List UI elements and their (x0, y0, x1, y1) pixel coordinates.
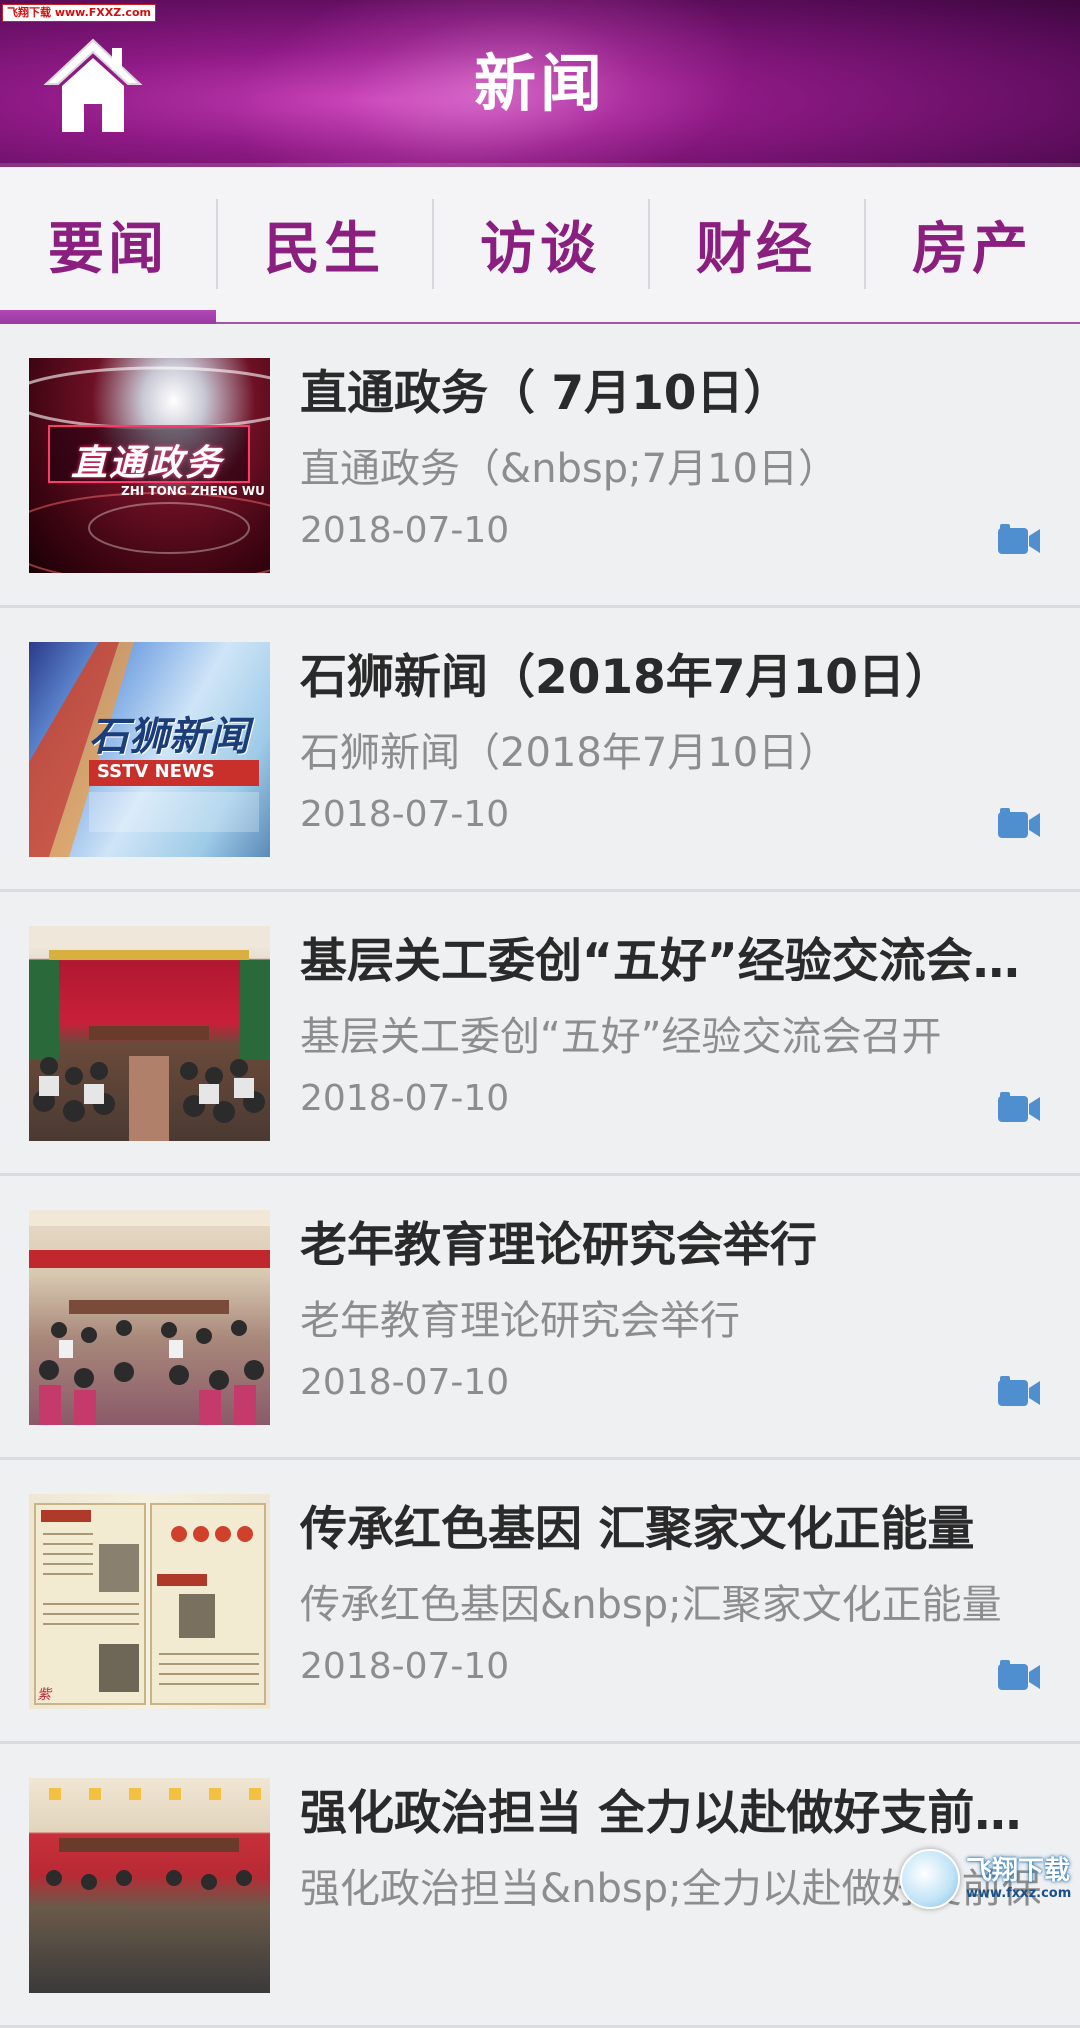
category-tabs: 要闻 民生 访谈 财经 房产 (0, 167, 1080, 324)
news-thumbnail: 石狮新闻 SSTV NEWS (29, 642, 270, 857)
news-item[interactable]: 石狮新闻 SSTV NEWS 石狮新闻（2018年7月10日） 石狮新闻（201… (0, 608, 1080, 892)
news-date: 2018-07-10 (300, 1646, 510, 1687)
watermark-url: www.fxxz.com (966, 1886, 1072, 1901)
news-date: 2018-07-10 (300, 794, 510, 835)
video-camera-icon (998, 1092, 1040, 1122)
news-date: 2018-07-10 (300, 510, 510, 551)
news-thumbnail (29, 926, 270, 1141)
tab-yaowen[interactable]: 要闻 (0, 167, 216, 324)
watermark-logo-icon (900, 1849, 960, 1909)
thumbnail-caption: 直通政务 (71, 443, 224, 484)
news-title: 直通政务（ 7月10日） (300, 366, 791, 421)
tab-caijing[interactable]: 财经 (648, 167, 864, 322)
news-summary: 石狮新闻（2018年7月10日） (300, 730, 839, 776)
news-title: 石狮新闻（2018年7月10日） (300, 650, 952, 705)
news-title: 老年教育理论研究会举行 (300, 1218, 817, 1273)
svg-text:紫: 紫 (37, 1687, 53, 1703)
page-title: 新闻 (473, 47, 606, 120)
news-item[interactable]: 紫 传承红色基因 汇聚家文化正能量 传承红色基因&nbsp;汇聚家文化正能量 2… (0, 1460, 1080, 1744)
news-list: 直通政务 ZHI TONG ZHENG WU 直通政务（ 7月10日） 直通政务… (0, 324, 1080, 2028)
news-summary: 基层关工委创“五好”经验交流会召开 (300, 1014, 942, 1060)
news-title: 传承红色基因 汇聚家文化正能量 (300, 1502, 975, 1557)
watermark-bottom-right: 飞翔下载 www.fxxz.com (900, 1845, 1076, 1913)
thumbnail-caption: 石狮新闻 (89, 714, 249, 760)
news-thumbnail (29, 1778, 270, 1993)
thumbnail-subcaption: SSTV NEWS (97, 761, 215, 782)
news-date: 2018-07-10 (300, 1078, 510, 1119)
video-camera-icon (998, 1376, 1040, 1406)
video-camera-icon (998, 524, 1040, 554)
app-header: 新闻 (0, 0, 1080, 167)
news-item[interactable]: 直通政务 ZHI TONG ZHENG WU 直通政务（ 7月10日） 直通政务… (0, 324, 1080, 608)
video-camera-icon (998, 1660, 1040, 1690)
video-camera-icon (998, 808, 1040, 838)
news-item[interactable]: 老年教育理论研究会举行 老年教育理论研究会举行 2018-07-10 (0, 1176, 1080, 1460)
watermark-name: 飞翔下载 (966, 1856, 1071, 1886)
news-item[interactable]: 基层关工委创“五好”经验交流会召开 基层关工委创“五好”经验交流会召开 2018… (0, 892, 1080, 1176)
tab-minsheng[interactable]: 民生 (216, 167, 432, 322)
news-summary: 老年教育理论研究会举行 (300, 1298, 740, 1344)
news-summary: 直通政务（&nbsp;7月10日） (300, 446, 838, 492)
tab-fangchan[interactable]: 房产 (864, 167, 1080, 322)
news-date: 2018-07-10 (300, 1362, 510, 1403)
news-title: 基层关工委创“五好”经验交流会召开 (300, 934, 1060, 989)
thumbnail-subcaption: ZHI TONG ZHENG WU (121, 484, 265, 498)
news-summary: 传承红色基因&nbsp;汇聚家文化正能量 (300, 1582, 1002, 1628)
watermark-top: 飞翔下载 www.FXXZ.com (2, 4, 156, 22)
news-thumbnail (29, 1210, 270, 1425)
news-thumbnail: 紫 (29, 1494, 270, 1709)
news-thumbnail: 直通政务 ZHI TONG ZHENG WU (29, 358, 270, 573)
tab-fangtan[interactable]: 访谈 (432, 167, 648, 322)
news-title: 强化政治担当 全力以赴做好支前保... (300, 1786, 1060, 1841)
